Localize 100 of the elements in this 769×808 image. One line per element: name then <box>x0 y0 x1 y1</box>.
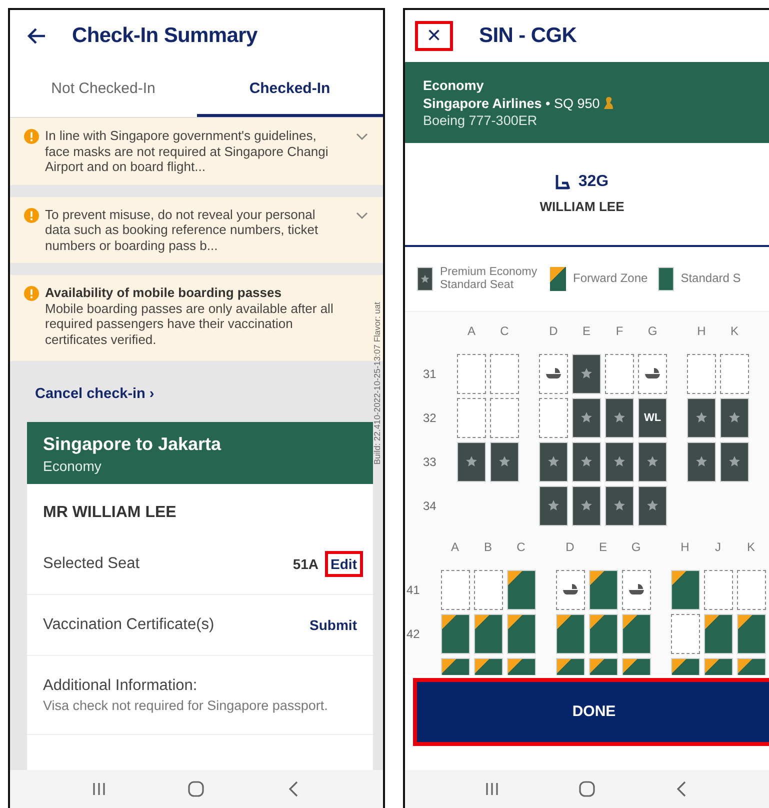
notice-banner[interactable]: To prevent misuse, do not reveal your personal data such as booking reference numbers, ticket numbers or boarding pass b... <box>10 196 383 263</box>
available-seat[interactable] <box>474 570 502 610</box>
forward-zone-seat[interactable] <box>588 614 618 654</box>
premium-seat[interactable] <box>638 486 667 526</box>
available-seat[interactable] <box>605 354 634 394</box>
bassinet-icon <box>644 368 661 379</box>
detail-label: Additional Information: <box>43 677 198 695</box>
forward-zone-seat[interactable] <box>704 614 732 654</box>
column-letter: E <box>581 324 592 338</box>
premium-seat[interactable] <box>605 442 634 482</box>
available-seat[interactable] <box>704 570 732 610</box>
bassinet-seat[interactable] <box>539 354 568 394</box>
premium-seat[interactable] <box>638 442 667 482</box>
chevron-icon[interactable] <box>355 210 369 220</box>
forward-zone-seat[interactable] <box>622 614 650 654</box>
premium-seat[interactable] <box>605 398 634 438</box>
star-icon <box>613 455 626 468</box>
star-icon <box>580 411 593 424</box>
flight-carrier: Singapore Airlines • SQ 950 <box>423 94 600 112</box>
premium-seat[interactable] <box>720 442 749 482</box>
premium-seat[interactable] <box>572 398 601 438</box>
column-letter: K <box>729 324 740 338</box>
chevron-icon[interactable] <box>355 131 369 141</box>
tab[interactable]: Not Checked-In <box>10 62 196 117</box>
premium-seat[interactable] <box>539 442 568 482</box>
column-letter: D <box>564 540 576 554</box>
row-number: 34 <box>423 498 437 512</box>
available-seat[interactable] <box>720 354 749 394</box>
column-letter: A <box>450 540 460 554</box>
star-icon <box>547 455 560 468</box>
premium-seat[interactable] <box>572 442 601 482</box>
available-seat[interactable] <box>457 354 486 394</box>
notice-text: To prevent misuse, do not reveal your personal data such as booking reference numbers, ticket numbers or boarding pass b... <box>45 206 320 253</box>
home-icon[interactable] <box>187 780 206 798</box>
back-arrow-icon[interactable] <box>26 27 46 45</box>
premium-seat[interactable] <box>687 398 716 438</box>
forward-zone-seat[interactable] <box>506 614 536 654</box>
bassinet-seat[interactable] <box>556 570 584 610</box>
legend-label: Premium Economy Standard Seat <box>440 266 538 292</box>
forward-zone-seat[interactable] <box>440 614 470 654</box>
forward-zone-seat[interactable] <box>736 614 766 654</box>
star-icon <box>498 455 511 468</box>
passenger-name: WILLIAM LEE <box>540 199 624 214</box>
home-icon[interactable] <box>578 780 596 798</box>
available-seat[interactable] <box>440 570 470 610</box>
done-button[interactable]: DONE <box>413 678 769 746</box>
star-icon <box>613 499 626 512</box>
premium-seat[interactable] <box>605 486 634 526</box>
available-seat[interactable] <box>687 354 716 394</box>
premium-seat[interactable] <box>490 442 519 482</box>
seat-number: 32G <box>578 173 609 191</box>
available-seat[interactable] <box>736 570 766 610</box>
column-letter: G <box>646 324 658 338</box>
action-link[interactable]: Edit <box>324 551 363 577</box>
legend-label: Standard S <box>680 272 741 285</box>
star-icon <box>646 499 659 512</box>
star-icon <box>465 455 478 468</box>
seat-icon <box>555 174 570 190</box>
bird-logo-icon <box>602 96 614 111</box>
premium-seat[interactable] <box>720 398 749 438</box>
available-seat[interactable] <box>457 398 486 438</box>
premium-seat[interactable] <box>572 486 601 526</box>
cancel-check-in-link[interactable]: Cancel check-in › <box>35 386 154 402</box>
available-seat[interactable] <box>490 354 519 394</box>
star-icon <box>580 455 593 468</box>
notice-banner[interactable]: In line with Singapore government's guidelines, face masks are not required at Singapore Changi Airport and on board flight... <box>10 118 383 184</box>
bassinet-icon <box>562 584 578 595</box>
bassinet-seat[interactable] <box>622 570 650 610</box>
forward-zone-seat[interactable] <box>588 570 618 610</box>
close-button[interactable]: × <box>415 21 453 51</box>
star-icon <box>728 455 741 468</box>
cabin-class: Economy <box>423 77 485 94</box>
bassinet-seat[interactable] <box>638 354 667 394</box>
warning-icon <box>24 286 39 301</box>
premium-seat[interactable] <box>572 354 601 394</box>
premium-seat[interactable] <box>687 442 716 482</box>
action-link[interactable]: Submit <box>304 612 363 638</box>
column-letter: B <box>482 540 493 554</box>
page-title: SIN - CGK <box>479 24 577 48</box>
waitlist-seat[interactable]: WL <box>638 398 667 438</box>
premium-seat[interactable] <box>539 486 568 526</box>
forward-zone-seat[interactable] <box>670 570 700 610</box>
available-seat[interactable] <box>670 614 700 654</box>
cabin-class: Economy <box>43 458 102 474</box>
star-icon <box>728 411 741 424</box>
forward-zone-seat[interactable] <box>556 614 584 654</box>
available-seat[interactable] <box>490 398 519 438</box>
premium-seat[interactable] <box>457 442 486 482</box>
column-letter: K <box>746 540 756 554</box>
star-icon <box>695 455 708 468</box>
available-seat[interactable] <box>539 398 568 438</box>
route-title: Singapore to Jakarta <box>43 434 222 455</box>
detail-label: Selected Seat <box>43 555 141 573</box>
forward-zone-seat[interactable] <box>506 570 536 610</box>
star-icon <box>420 274 430 284</box>
star-icon <box>547 499 560 512</box>
notice-text: In line with Singapore government's guidelines, face masks are not required at Singapore Changi Airport and on board flight... <box>45 128 330 174</box>
forward-zone-seat[interactable] <box>474 614 502 654</box>
star-icon <box>695 411 708 424</box>
seat-number: 51A <box>292 556 319 572</box>
